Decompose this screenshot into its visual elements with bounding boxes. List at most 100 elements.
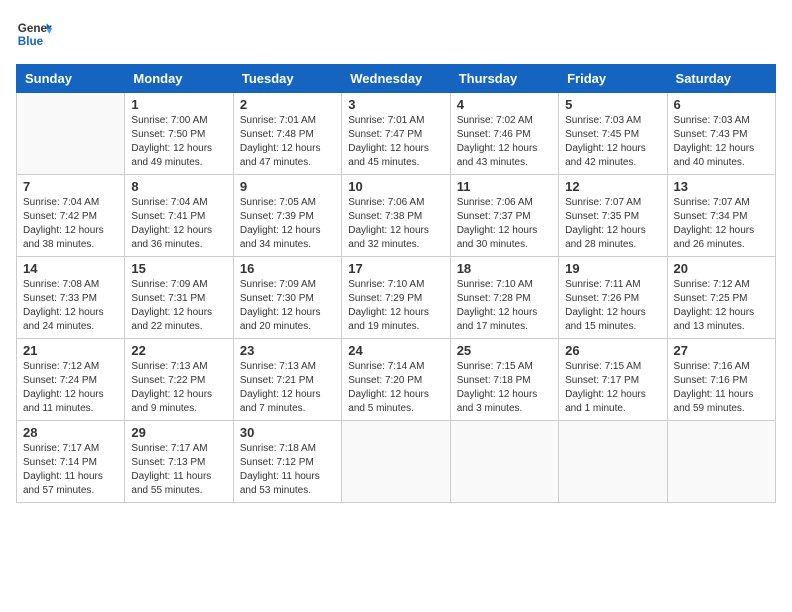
day-info: Sunrise: 7:13 AMSunset: 7:22 PMDaylight:… <box>131 360 226 416</box>
day-info: Sunrise: 7:13 AMSunset: 7:21 PMDaylight:… <box>240 360 335 416</box>
weekday-header-thursday: Thursday <box>450 65 558 93</box>
day-info: Sunrise: 7:10 AMSunset: 7:28 PMDaylight:… <box>457 278 552 334</box>
day-number: 4 <box>457 97 552 112</box>
day-info: Sunrise: 7:01 AMSunset: 7:47 PMDaylight:… <box>348 114 443 170</box>
day-info: Sunrise: 7:04 AMSunset: 7:42 PMDaylight:… <box>23 196 118 252</box>
logo-icon: General Blue <box>16 16 52 52</box>
calendar-cell: 18 Sunrise: 7:10 AMSunset: 7:28 PMDayligh… <box>450 257 558 339</box>
day-number: 22 <box>131 343 226 358</box>
calendar-cell: 16 Sunrise: 7:09 AMSunset: 7:30 PMDayligh… <box>233 257 341 339</box>
day-number: 25 <box>457 343 552 358</box>
day-number: 30 <box>240 425 335 440</box>
day-number: 8 <box>131 179 226 194</box>
day-number: 16 <box>240 261 335 276</box>
calendar-week-row: 28 Sunrise: 7:17 AMSunset: 7:14 PMDayligh… <box>17 421 776 503</box>
calendar-cell: 17 Sunrise: 7:10 AMSunset: 7:29 PMDayligh… <box>342 257 450 339</box>
day-info: Sunrise: 7:05 AMSunset: 7:39 PMDaylight:… <box>240 196 335 252</box>
calendar-cell: 29 Sunrise: 7:17 AMSunset: 7:13 PMDayligh… <box>125 421 233 503</box>
calendar-cell: 21 Sunrise: 7:12 AMSunset: 7:24 PMDayligh… <box>17 339 125 421</box>
day-info: Sunrise: 7:03 AMSunset: 7:45 PMDaylight:… <box>565 114 660 170</box>
calendar-table: SundayMondayTuesdayWednesdayThursdayFrid… <box>16 64 776 503</box>
day-number: 15 <box>131 261 226 276</box>
day-number: 28 <box>23 425 118 440</box>
day-number: 9 <box>240 179 335 194</box>
day-info: Sunrise: 7:01 AMSunset: 7:48 PMDaylight:… <box>240 114 335 170</box>
weekday-header-sunday: Sunday <box>17 65 125 93</box>
calendar-cell: 28 Sunrise: 7:17 AMSunset: 7:14 PMDayligh… <box>17 421 125 503</box>
day-number: 5 <box>565 97 660 112</box>
weekday-header-monday: Monday <box>125 65 233 93</box>
calendar-cell: 13 Sunrise: 7:07 AMSunset: 7:34 PMDayligh… <box>667 175 775 257</box>
day-number: 1 <box>131 97 226 112</box>
calendar-cell: 11 Sunrise: 7:06 AMSunset: 7:37 PMDayligh… <box>450 175 558 257</box>
calendar-cell: 26Sunrise: 7:15 AMSunset: 7:17 PMDayligh… <box>559 339 667 421</box>
day-number: 13 <box>674 179 769 194</box>
day-info: Sunrise: 7:09 AMSunset: 7:31 PMDaylight:… <box>131 278 226 334</box>
weekday-header-friday: Friday <box>559 65 667 93</box>
calendar-cell: 24 Sunrise: 7:14 AMSunset: 7:20 PMDayligh… <box>342 339 450 421</box>
day-info: Sunrise: 7:10 AMSunset: 7:29 PMDaylight:… <box>348 278 443 334</box>
day-info: Sunrise: 7:15 AMSunset: 7:18 PMDaylight:… <box>457 360 552 416</box>
day-info: Sunrise: 7:16 AMSunset: 7:16 PMDaylight:… <box>674 360 769 416</box>
day-info: Sunrise: 7:03 AMSunset: 7:43 PMDaylight:… <box>674 114 769 170</box>
day-info: Sunrise: 7:14 AMSunset: 7:20 PMDaylight:… <box>348 360 443 416</box>
calendar-week-row: 1 Sunrise: 7:00 AMSunset: 7:50 PMDaylight… <box>17 93 776 175</box>
day-info: Sunrise: 7:17 AMSunset: 7:13 PMDaylight:… <box>131 442 226 498</box>
calendar-cell: 3 Sunrise: 7:01 AMSunset: 7:47 PMDaylight… <box>342 93 450 175</box>
day-number: 6 <box>674 97 769 112</box>
calendar-cell: 5 Sunrise: 7:03 AMSunset: 7:45 PMDaylight… <box>559 93 667 175</box>
day-info: Sunrise: 7:18 AMSunset: 7:12 PMDaylight:… <box>240 442 335 498</box>
weekday-header-tuesday: Tuesday <box>233 65 341 93</box>
calendar-cell: 15 Sunrise: 7:09 AMSunset: 7:31 PMDayligh… <box>125 257 233 339</box>
day-info: Sunrise: 7:15 AMSunset: 7:17 PMDaylight:… <box>565 360 660 416</box>
calendar-cell: 20Sunrise: 7:12 AMSunset: 7:25 PMDayligh… <box>667 257 775 339</box>
day-number: 18 <box>457 261 552 276</box>
day-info: Sunrise: 7:00 AMSunset: 7:50 PMDaylight:… <box>131 114 226 170</box>
day-number: 14 <box>23 261 118 276</box>
page-header: General Blue <box>16 16 776 52</box>
calendar-cell: 9 Sunrise: 7:05 AMSunset: 7:39 PMDaylight… <box>233 175 341 257</box>
calendar-cell: 25 Sunrise: 7:15 AMSunset: 7:18 PMDayligh… <box>450 339 558 421</box>
day-info: Sunrise: 7:07 AMSunset: 7:35 PMDaylight:… <box>565 196 660 252</box>
day-info: Sunrise: 7:09 AMSunset: 7:30 PMDaylight:… <box>240 278 335 334</box>
calendar-week-row: 21 Sunrise: 7:12 AMSunset: 7:24 PMDayligh… <box>17 339 776 421</box>
day-info: Sunrise: 7:11 AMSunset: 7:26 PMDaylight:… <box>565 278 660 334</box>
day-number: 7 <box>23 179 118 194</box>
day-number: 21 <box>23 343 118 358</box>
weekday-header-row: SundayMondayTuesdayWednesdayThursdayFrid… <box>17 65 776 93</box>
logo: General Blue <box>16 16 52 52</box>
weekday-header-saturday: Saturday <box>667 65 775 93</box>
calendar-cell: 1 Sunrise: 7:00 AMSunset: 7:50 PMDaylight… <box>125 93 233 175</box>
calendar-cell: 8 Sunrise: 7:04 AMSunset: 7:41 PMDaylight… <box>125 175 233 257</box>
day-info: Sunrise: 7:02 AMSunset: 7:46 PMDaylight:… <box>457 114 552 170</box>
day-number: 19 <box>565 261 660 276</box>
calendar-cell <box>559 421 667 503</box>
day-info: Sunrise: 7:07 AMSunset: 7:34 PMDaylight:… <box>674 196 769 252</box>
calendar-cell: 22 Sunrise: 7:13 AMSunset: 7:22 PMDayligh… <box>125 339 233 421</box>
day-number: 29 <box>131 425 226 440</box>
day-info: Sunrise: 7:06 AMSunset: 7:38 PMDaylight:… <box>348 196 443 252</box>
day-number: 17 <box>348 261 443 276</box>
calendar-cell: 4 Sunrise: 7:02 AMSunset: 7:46 PMDaylight… <box>450 93 558 175</box>
day-number: 10 <box>348 179 443 194</box>
calendar-week-row: 7 Sunrise: 7:04 AMSunset: 7:42 PMDaylight… <box>17 175 776 257</box>
calendar-cell: 30 Sunrise: 7:18 AMSunset: 7:12 PMDayligh… <box>233 421 341 503</box>
weekday-header-wednesday: Wednesday <box>342 65 450 93</box>
day-info: Sunrise: 7:04 AMSunset: 7:41 PMDaylight:… <box>131 196 226 252</box>
calendar-cell <box>667 421 775 503</box>
calendar-cell: 7 Sunrise: 7:04 AMSunset: 7:42 PMDaylight… <box>17 175 125 257</box>
day-info: Sunrise: 7:08 AMSunset: 7:33 PMDaylight:… <box>23 278 118 334</box>
day-number: 2 <box>240 97 335 112</box>
day-info: Sunrise: 7:06 AMSunset: 7:37 PMDaylight:… <box>457 196 552 252</box>
calendar-cell: 2 Sunrise: 7:01 AMSunset: 7:48 PMDaylight… <box>233 93 341 175</box>
calendar-cell: 23Sunrise: 7:13 AMSunset: 7:21 PMDayligh… <box>233 339 341 421</box>
day-number: 24 <box>348 343 443 358</box>
day-number: 27 <box>674 343 769 358</box>
day-number: 11 <box>457 179 552 194</box>
calendar-cell: 14 Sunrise: 7:08 AMSunset: 7:33 PMDayligh… <box>17 257 125 339</box>
day-number: 3 <box>348 97 443 112</box>
calendar-cell <box>450 421 558 503</box>
day-info: Sunrise: 7:12 AMSunset: 7:24 PMDaylight:… <box>23 360 118 416</box>
calendar-cell: 6 Sunrise: 7:03 AMSunset: 7:43 PMDaylight… <box>667 93 775 175</box>
day-info: Sunrise: 7:17 AMSunset: 7:14 PMDaylight:… <box>23 442 118 498</box>
